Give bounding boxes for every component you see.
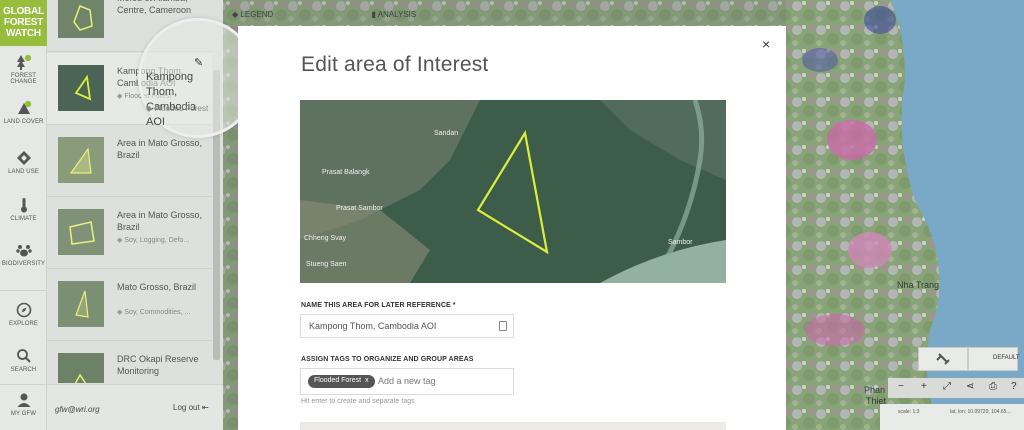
nav-my-gfw[interactable]: MY GFW bbox=[0, 392, 47, 417]
map-place-label: Chheng Svay bbox=[304, 235, 347, 242]
nav-search[interactable]: SEARCH bbox=[0, 348, 47, 373]
nav-label: FOREST CHANGE bbox=[10, 73, 37, 85]
tags-field-label: ASSIGN TAGS TO ORGANIZE AND GROUP AREAS bbox=[301, 356, 474, 363]
map-place-label: Sandan bbox=[434, 130, 458, 137]
nav-label: LAND USE bbox=[8, 169, 39, 175]
compass-icon bbox=[16, 302, 31, 318]
basemap-label: DEFAULT bbox=[993, 355, 1020, 361]
area-thumbnail bbox=[58, 0, 104, 38]
name-field-label: NAME THIS AREA FOR LATER REFERENCE * bbox=[301, 302, 456, 309]
zoom-out-button[interactable]: − bbox=[898, 381, 904, 392]
left-nav: GLOBAL FOREST WATCH FOREST CHANGE LAND C… bbox=[0, 0, 47, 430]
area-tags: ◆ Soy, Logging, Defo... bbox=[117, 236, 207, 244]
area-name-input[interactable] bbox=[300, 314, 514, 338]
nav-biodiversity[interactable]: BIODIVERSITY bbox=[0, 242, 47, 267]
forest-change-icon bbox=[16, 54, 31, 70]
area-tags-text: Soy, Commodities, ... bbox=[124, 309, 191, 316]
map-place-label: Prasat Sambor bbox=[336, 205, 383, 212]
biodiversity-icon bbox=[15, 245, 32, 257]
nav-label: SEARCH bbox=[10, 367, 37, 373]
list-item[interactable]: DRC Okapi Reserve Monitoring bbox=[47, 341, 212, 383]
nav-divider bbox=[0, 384, 47, 385]
map-place-label: Sambor bbox=[668, 239, 693, 246]
scale-readout: scale: 1:3 bbox=[898, 409, 920, 415]
nav-label: CLIMATE bbox=[10, 216, 37, 222]
tag-icon: ◆ bbox=[117, 237, 123, 244]
close-icon[interactable]: × bbox=[762, 36, 770, 52]
map-status-bar bbox=[880, 404, 1024, 430]
map-place-label: Stueng Saen bbox=[306, 261, 347, 268]
nav-divider bbox=[0, 290, 47, 291]
nav-label: EXPLORE bbox=[8, 321, 39, 327]
map-place-label: Nha Trang bbox=[897, 280, 940, 290]
logo-text-1: GLOBAL bbox=[2, 6, 45, 17]
help-button[interactable]: ? bbox=[1011, 381, 1017, 392]
logout-icon: ⇤ bbox=[201, 403, 209, 412]
tag-icon: ◆ bbox=[117, 309, 123, 316]
nav-label: BIODIVERSITY bbox=[1, 261, 46, 267]
map-place-label: Phan bbox=[864, 385, 886, 395]
area-tags-text: Soy, Logging, Defo... bbox=[124, 237, 190, 244]
map-place-label: Thiet bbox=[866, 396, 887, 406]
tag-chip[interactable]: Flooded Forest x bbox=[308, 375, 375, 388]
area-name: Mefou et Afamba, Centre, Cameroon bbox=[117, 0, 192, 15]
list-item[interactable]: Area in Mato Grosso, Brazil ◆ Soy, Loggin… bbox=[47, 197, 212, 269]
logo-text-3: WATCH bbox=[6, 28, 41, 39]
nav-explore[interactable]: EXPLORE bbox=[0, 302, 47, 327]
magnifier-tag: ◆ Flooded Forest bbox=[146, 104, 209, 113]
area-thumbnail bbox=[58, 281, 104, 327]
tag-chip-label: Flooded Forest bbox=[314, 377, 362, 384]
search-icon bbox=[16, 349, 31, 363]
map-toolbar bbox=[888, 378, 1024, 398]
modal-title: Edit area of Interest bbox=[301, 53, 489, 76]
area-name: Area in Mato Grosso, Brazil bbox=[117, 138, 203, 160]
logout-button[interactable]: Log out ⇤ bbox=[173, 403, 209, 412]
nav-climate[interactable]: CLIMATE bbox=[0, 197, 47, 222]
tags-hint: Hit enter to create and separate tags bbox=[301, 398, 415, 405]
nav-land-use[interactable]: LAND USE bbox=[0, 150, 47, 175]
nav-label: LAND COVER bbox=[3, 119, 44, 125]
map-place-label: Prasat Balangk bbox=[322, 169, 370, 176]
logout-label: Log out bbox=[173, 403, 200, 412]
tag-icon: ◆ bbox=[117, 93, 123, 100]
print-button[interactable]: ⎙ bbox=[989, 381, 997, 392]
nav-label: MY GFW bbox=[10, 411, 37, 417]
aoi-preview-map[interactable]: Sandan Prasat Balangk Prasat Sambor Chhe… bbox=[300, 100, 726, 283]
coordinates-readout: lat, lon: 10.09720, 104.65... bbox=[950, 409, 1011, 415]
area-name: Mato Grosso, Brazil bbox=[117, 282, 197, 292]
nav-land-cover[interactable]: LAND COVER bbox=[0, 100, 47, 125]
remove-tag-icon[interactable]: x bbox=[365, 377, 369, 384]
zoom-in-button[interactable]: + bbox=[921, 381, 927, 392]
nav-forest-change[interactable]: FOREST CHANGE bbox=[0, 54, 47, 85]
logo-text-2: FOREST bbox=[3, 17, 44, 28]
magnifier-tag-text: Flooded Forest bbox=[154, 104, 209, 113]
list-item[interactable]: Mato Grosso, Brazil ◆ Soy, Commodities, .… bbox=[47, 269, 212, 341]
basemap-satellite-button[interactable] bbox=[918, 347, 968, 371]
clipboard-icon bbox=[499, 321, 507, 331]
area-name: DRC Okapi Reserve Monitoring bbox=[117, 354, 199, 376]
satellite-icon bbox=[936, 353, 950, 365]
user-icon bbox=[17, 393, 30, 407]
area-thumbnail bbox=[58, 65, 104, 111]
land-cover-icon bbox=[17, 100, 31, 114]
area-thumbnail bbox=[58, 137, 104, 183]
area-name: Area in Mato Grosso, Brazil bbox=[117, 210, 203, 232]
modal-footer-strip bbox=[300, 422, 726, 430]
edit-pencil-icon[interactable]: ✎ bbox=[194, 56, 203, 69]
fullscreen-button[interactable]: ⤢ bbox=[943, 381, 951, 392]
new-tag-placeholder[interactable]: Add a new tag bbox=[378, 376, 436, 386]
user-email: gfw@wri.org bbox=[55, 405, 100, 414]
area-thumbnail bbox=[58, 353, 104, 383]
share-button[interactable]: ⋖ bbox=[966, 381, 974, 392]
climate-icon bbox=[20, 198, 27, 213]
magnifier-title: Kampong Thom, Cambodia AOI bbox=[146, 71, 197, 128]
area-thumbnail bbox=[58, 209, 104, 255]
area-tags: ◆ Soy, Commodities, ... bbox=[117, 308, 207, 316]
land-use-icon bbox=[16, 151, 31, 165]
user-bar: gfw@wri.org Log out ⇤ bbox=[47, 384, 223, 430]
gfw-logo[interactable]: GLOBAL FOREST WATCH bbox=[0, 0, 47, 46]
